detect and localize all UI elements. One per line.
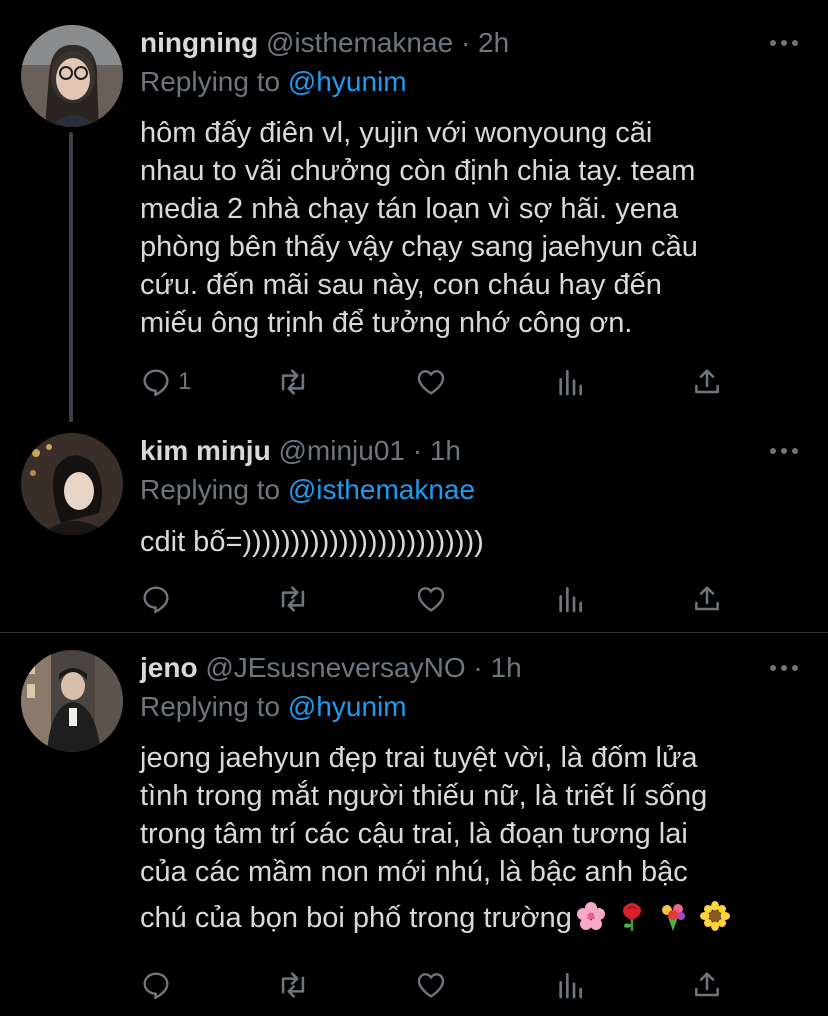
replying-prefix: Replying to	[140, 474, 281, 505]
reply-button[interactable]	[140, 968, 172, 1002]
analytics-button[interactable]	[554, 582, 586, 616]
analytics-button[interactable]	[554, 365, 586, 399]
retweet-button[interactable]	[276, 365, 310, 399]
retweet-button[interactable]	[276, 582, 310, 616]
user-handle[interactable]: @isthemaknae	[266, 27, 453, 58]
analytics-button[interactable]	[554, 968, 586, 1002]
reply-count: 1	[178, 368, 192, 395]
replying-to: Replying to @hyunim	[140, 691, 407, 723]
display-name[interactable]: kim minju	[140, 435, 271, 466]
tweet-text: cdit bố=)))))))))))))))))))))))))	[140, 523, 800, 561]
text-line: chú của bọn boi phố trong trường	[140, 902, 572, 934]
avatar[interactable]	[21, 25, 123, 127]
reply-icon	[140, 366, 172, 398]
user-handle[interactable]: @minju01	[278, 435, 404, 466]
tweet-text: jeong jaehyun đẹp trai tuyệt vời, là đốm…	[140, 739, 800, 941]
bouquet-emoji	[658, 901, 688, 941]
share-button[interactable]	[691, 582, 723, 616]
mention-link[interactable]: @hyunim	[288, 691, 407, 722]
sunflower-emoji	[699, 901, 730, 941]
tweet-header: jeno @JEsusneversayNO · 1h	[140, 652, 522, 684]
avatar[interactable]	[21, 650, 123, 752]
action-bar	[140, 968, 740, 1002]
replying-prefix: Replying to	[140, 66, 281, 97]
avatar[interactable]	[21, 433, 123, 535]
like-button[interactable]	[415, 582, 447, 616]
text-line: cứu. đến mãi sau này, con cháu hay đến	[140, 269, 662, 301]
replying-to: Replying to @isthemaknae	[140, 474, 475, 506]
more-icon[interactable]	[770, 448, 798, 456]
share-button[interactable]	[691, 968, 723, 1002]
analytics-icon	[554, 366, 586, 398]
tweet-ningning[interactable]: ningning @isthemaknae · 2h Replying to @…	[0, 0, 828, 422]
text-line: cdit bố=)))))))))))))))))))))))))	[140, 526, 484, 558]
share-button[interactable]	[691, 365, 723, 399]
text-line: của các mầm non mới nhú, là bậc anh bậc	[140, 856, 688, 888]
reply-icon	[140, 583, 172, 615]
text-line: phòng bên thấy vậy chạy sang jaehyun cầu	[140, 231, 698, 263]
text-line: tình trong mắt người thiếu nữ, là triết …	[140, 780, 708, 812]
reply-icon	[140, 969, 172, 1001]
like-icon	[415, 969, 447, 1001]
tweet-header: kim minju @minju01 · 1h	[140, 435, 461, 467]
user-handle[interactable]: @JEsusneversayNO	[205, 652, 465, 683]
timestamp[interactable]: 2h	[478, 27, 509, 58]
more-icon[interactable]	[770, 665, 798, 673]
action-bar: 1	[140, 365, 740, 399]
tweet-text: hôm đấy điên vl, yujin với wonyoung cãi …	[140, 114, 800, 342]
timestamp[interactable]: 1h	[491, 652, 522, 683]
retweet-icon	[276, 365, 310, 399]
like-icon	[415, 366, 447, 398]
separator: ·	[473, 652, 483, 683]
retweet-icon	[276, 968, 310, 1002]
share-icon	[691, 366, 723, 398]
like-button[interactable]	[415, 968, 447, 1002]
cherry-blossom-emoji	[576, 901, 606, 941]
replying-prefix: Replying to	[140, 691, 281, 722]
tweet-jeno[interactable]: jeno @JEsusneversayNO · 1h Replying to @…	[0, 633, 828, 1016]
analytics-icon	[554, 583, 586, 615]
thread-line	[69, 132, 73, 422]
display-name[interactable]: ningning	[140, 27, 258, 58]
text-line-with-emoji: chú của bọn boi phố trong trường	[140, 899, 800, 941]
retweet-icon	[276, 582, 310, 616]
tweet-header: ningning @isthemaknae · 2h	[140, 27, 509, 59]
tweet-kim-minju[interactable]: kim minju @minju01 · 1h Replying to @ist…	[0, 420, 828, 632]
text-line: nhau to vãi chưởng còn định chia tay. te…	[140, 155, 696, 187]
share-icon	[691, 583, 723, 615]
timestamp[interactable]: 1h	[430, 435, 461, 466]
separator: ·	[460, 27, 471, 58]
text-line: media 2 nhà chạy tán loạn vì sợ hãi. yen…	[140, 193, 679, 225]
like-icon	[415, 583, 447, 615]
text-line: trong tâm trí các cậu trai, là đoạn tươn…	[140, 818, 688, 850]
reply-button[interactable]: 1	[140, 365, 191, 399]
text-line: hôm đấy điên vl, yujin với wonyoung cãi	[140, 117, 653, 149]
share-icon	[691, 969, 723, 1001]
text-line: miếu ông trịnh để tưởng nhớ công ơn.	[140, 307, 633, 339]
mention-link[interactable]: @hyunim	[288, 66, 407, 97]
display-name[interactable]: jeno	[140, 652, 198, 683]
rose-emoji	[618, 901, 646, 941]
reply-button[interactable]	[140, 582, 172, 616]
more-icon[interactable]	[770, 40, 798, 48]
text-line: jeong jaehyun đẹp trai tuyệt vời, là đốm…	[140, 742, 698, 774]
separator: ·	[412, 435, 423, 466]
like-button[interactable]	[415, 365, 447, 399]
retweet-button[interactable]	[276, 968, 310, 1002]
mention-link[interactable]: @isthemaknae	[288, 474, 475, 505]
action-bar	[140, 582, 740, 616]
replying-to: Replying to @hyunim	[140, 66, 407, 98]
analytics-icon	[554, 969, 586, 1001]
